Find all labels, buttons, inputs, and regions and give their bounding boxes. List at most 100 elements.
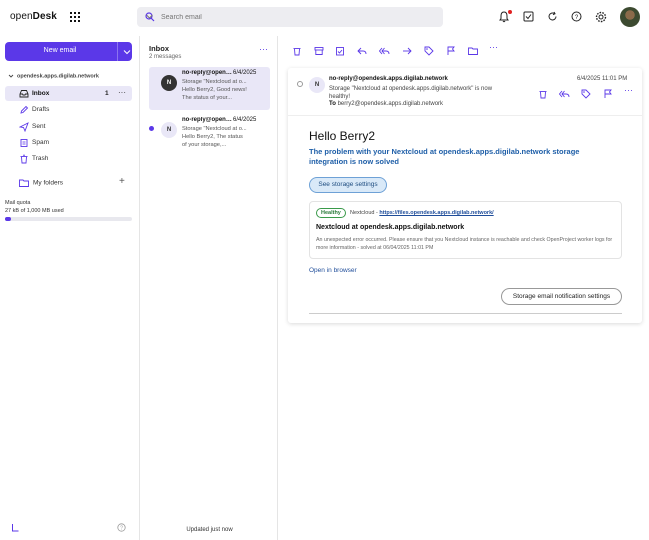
quota-progress-bar bbox=[5, 217, 132, 221]
reply-all-icon[interactable] bbox=[379, 46, 390, 56]
message-preview: Hello Berry2, Good news! bbox=[182, 87, 247, 93]
sidebar-item-inbox[interactable]: Inbox 1 ··· bbox=[5, 86, 132, 101]
more-options-icon[interactable]: ··· bbox=[489, 42, 498, 52]
message-preview: Hello Berry2, The status bbox=[182, 134, 243, 140]
message-item[interactable]: N no-reply@opendesk.apps.digilab.network… bbox=[149, 114, 270, 157]
message-date: 6/4/2025 11:01 PM bbox=[577, 76, 628, 82]
open-in-browser-link[interactable]: Open in browser bbox=[309, 267, 357, 274]
updated-status: Updated just now bbox=[186, 527, 233, 533]
message-preview: of your storage,... bbox=[182, 142, 227, 148]
chevron-down-icon[interactable] bbox=[123, 48, 131, 56]
svg-text:?: ? bbox=[120, 526, 123, 532]
sidebar-item-label: Trash bbox=[32, 155, 49, 162]
bell-icon[interactable] bbox=[498, 10, 512, 26]
storage-status-card: Healthy Nextcloud - https://files.opende… bbox=[309, 201, 622, 259]
message-date: 6/4/2025 bbox=[233, 70, 257, 76]
message-from: no-reply@opendesk.apps.digilab.network bbox=[182, 70, 232, 76]
message-subject: Storage "Nextcloud at o... bbox=[182, 79, 247, 85]
sidebar-item-label: Sent bbox=[32, 123, 46, 130]
tag-icon[interactable] bbox=[424, 46, 434, 56]
trash-icon[interactable] bbox=[292, 46, 302, 56]
tasks-icon[interactable] bbox=[523, 11, 537, 27]
search-input[interactable] bbox=[161, 10, 421, 24]
collapse-sidebar-icon[interactable] bbox=[11, 523, 20, 532]
flag-icon[interactable] bbox=[603, 89, 613, 99]
sidebar-item-label: Drafts bbox=[32, 106, 50, 113]
forward-icon[interactable] bbox=[402, 46, 412, 56]
trash-icon bbox=[20, 154, 28, 164]
storage-error-text: An unexpected error occurred. Please ens… bbox=[316, 237, 613, 251]
storage-url-link[interactable]: https://files.opendesk.apps.digilab.netw… bbox=[379, 210, 493, 216]
app-launcher-icon[interactable] bbox=[70, 12, 80, 22]
notification-badge bbox=[508, 10, 512, 14]
inbox-icon bbox=[19, 90, 29, 98]
message-from: no-reply@opendesk.apps.digilab.network bbox=[182, 117, 232, 123]
unread-count: 1 bbox=[105, 90, 109, 97]
reply-all-icon[interactable] bbox=[559, 89, 570, 99]
mark-done-icon[interactable] bbox=[335, 46, 345, 56]
flag-icon[interactable] bbox=[446, 46, 456, 56]
more-options-icon[interactable]: ··· bbox=[259, 44, 268, 54]
status-badge: Healthy bbox=[316, 208, 346, 218]
sender-avatar: N bbox=[161, 75, 177, 91]
sidebar-item-label: Inbox bbox=[32, 90, 50, 97]
sidebar-item-sent[interactable]: Sent bbox=[5, 119, 132, 134]
archive-icon[interactable] bbox=[314, 46, 324, 56]
avatar[interactable] bbox=[620, 7, 640, 27]
account-header[interactable]: opendesk.apps.digilab.network bbox=[8, 73, 99, 79]
sidebar-item-label: Spam bbox=[32, 139, 49, 146]
message-date: 6/4/2025 bbox=[233, 117, 257, 123]
folder-icon bbox=[19, 179, 29, 187]
message-preview: The status of your... bbox=[182, 95, 232, 101]
new-email-button[interactable]: New email bbox=[5, 42, 132, 61]
sender-avatar: N bbox=[309, 77, 325, 93]
select-radio[interactable] bbox=[297, 81, 303, 87]
message-subject: Storage "Nextcloud at opendesk.apps.digi… bbox=[329, 86, 493, 100]
storage-source: Nextcloud - https://files.opendesk.apps.… bbox=[350, 210, 494, 216]
message-header: N no-reply@opendesk.apps.digilab.network… bbox=[288, 68, 642, 116]
trash-icon[interactable] bbox=[538, 89, 548, 99]
my-folders[interactable]: My folders bbox=[19, 179, 63, 187]
gear-icon[interactable] bbox=[595, 11, 609, 27]
reading-pane: ··· N no-reply@opendesk.apps.digilab.net… bbox=[279, 36, 649, 540]
message-item[interactable]: N no-reply@opendesk.apps.digilab.network… bbox=[149, 67, 270, 110]
sidebar: New email opendesk.apps.digilab.network … bbox=[0, 36, 140, 540]
storage-title: Nextcloud at opendesk.apps.digilab.netwo… bbox=[316, 224, 465, 231]
folder-title: Inbox bbox=[149, 44, 169, 53]
help-icon[interactable]: ? bbox=[571, 11, 585, 27]
message-view: N no-reply@opendesk.apps.digilab.network… bbox=[288, 68, 642, 323]
tag-icon[interactable] bbox=[581, 89, 591, 99]
quota-progress-fill bbox=[5, 217, 12, 221]
refresh-icon[interactable] bbox=[547, 11, 561, 27]
message-list: Inbox 2 messages ··· N no-reply@opendesk… bbox=[141, 36, 278, 540]
chevron-down-icon[interactable] bbox=[145, 12, 154, 21]
unread-indicator bbox=[149, 126, 154, 131]
sidebar-item-drafts[interactable]: Drafts bbox=[5, 102, 132, 117]
message-count: 2 messages bbox=[149, 54, 182, 60]
message-recipient: To berry2@opendesk.apps.digilab.network bbox=[329, 101, 444, 107]
chevron-down-icon bbox=[8, 74, 14, 78]
help-icon[interactable]: ? bbox=[117, 523, 126, 532]
app-logo[interactable]: openDesk bbox=[10, 11, 57, 22]
storage-notification-settings-button[interactable]: Storage email notification settings bbox=[501, 288, 622, 305]
svg-text:?: ? bbox=[575, 15, 579, 21]
send-icon bbox=[19, 122, 29, 132]
quota-value: 27 kB of 1,000 MB used bbox=[5, 208, 64, 214]
sender-avatar: N bbox=[161, 122, 177, 138]
search-bar[interactable] bbox=[137, 7, 443, 27]
sidebar-item-spam[interactable]: Spam bbox=[5, 135, 132, 150]
top-bar: openDesk ? bbox=[0, 0, 649, 36]
sidebar-item-trash[interactable]: Trash bbox=[5, 151, 132, 166]
more-options-icon[interactable]: ··· bbox=[118, 88, 126, 97]
message-from[interactable]: no-reply@opendesk.apps.digilab.network bbox=[329, 76, 448, 82]
more-options-icon[interactable]: ··· bbox=[624, 85, 633, 95]
message-subject: Storage "Nextcloud at o... bbox=[182, 126, 247, 132]
email-greeting: Hello Berry2 bbox=[309, 129, 376, 143]
email-heading: The problem with your Nextcloud at opend… bbox=[309, 147, 580, 166]
reply-icon[interactable] bbox=[357, 46, 367, 56]
see-storage-settings-button[interactable]: See storage settings bbox=[309, 177, 387, 193]
pencil-icon bbox=[20, 105, 29, 114]
add-folder-button[interactable]: + bbox=[119, 176, 125, 187]
move-to-folder-icon[interactable] bbox=[468, 46, 478, 56]
new-email-label: New email bbox=[43, 47, 77, 54]
